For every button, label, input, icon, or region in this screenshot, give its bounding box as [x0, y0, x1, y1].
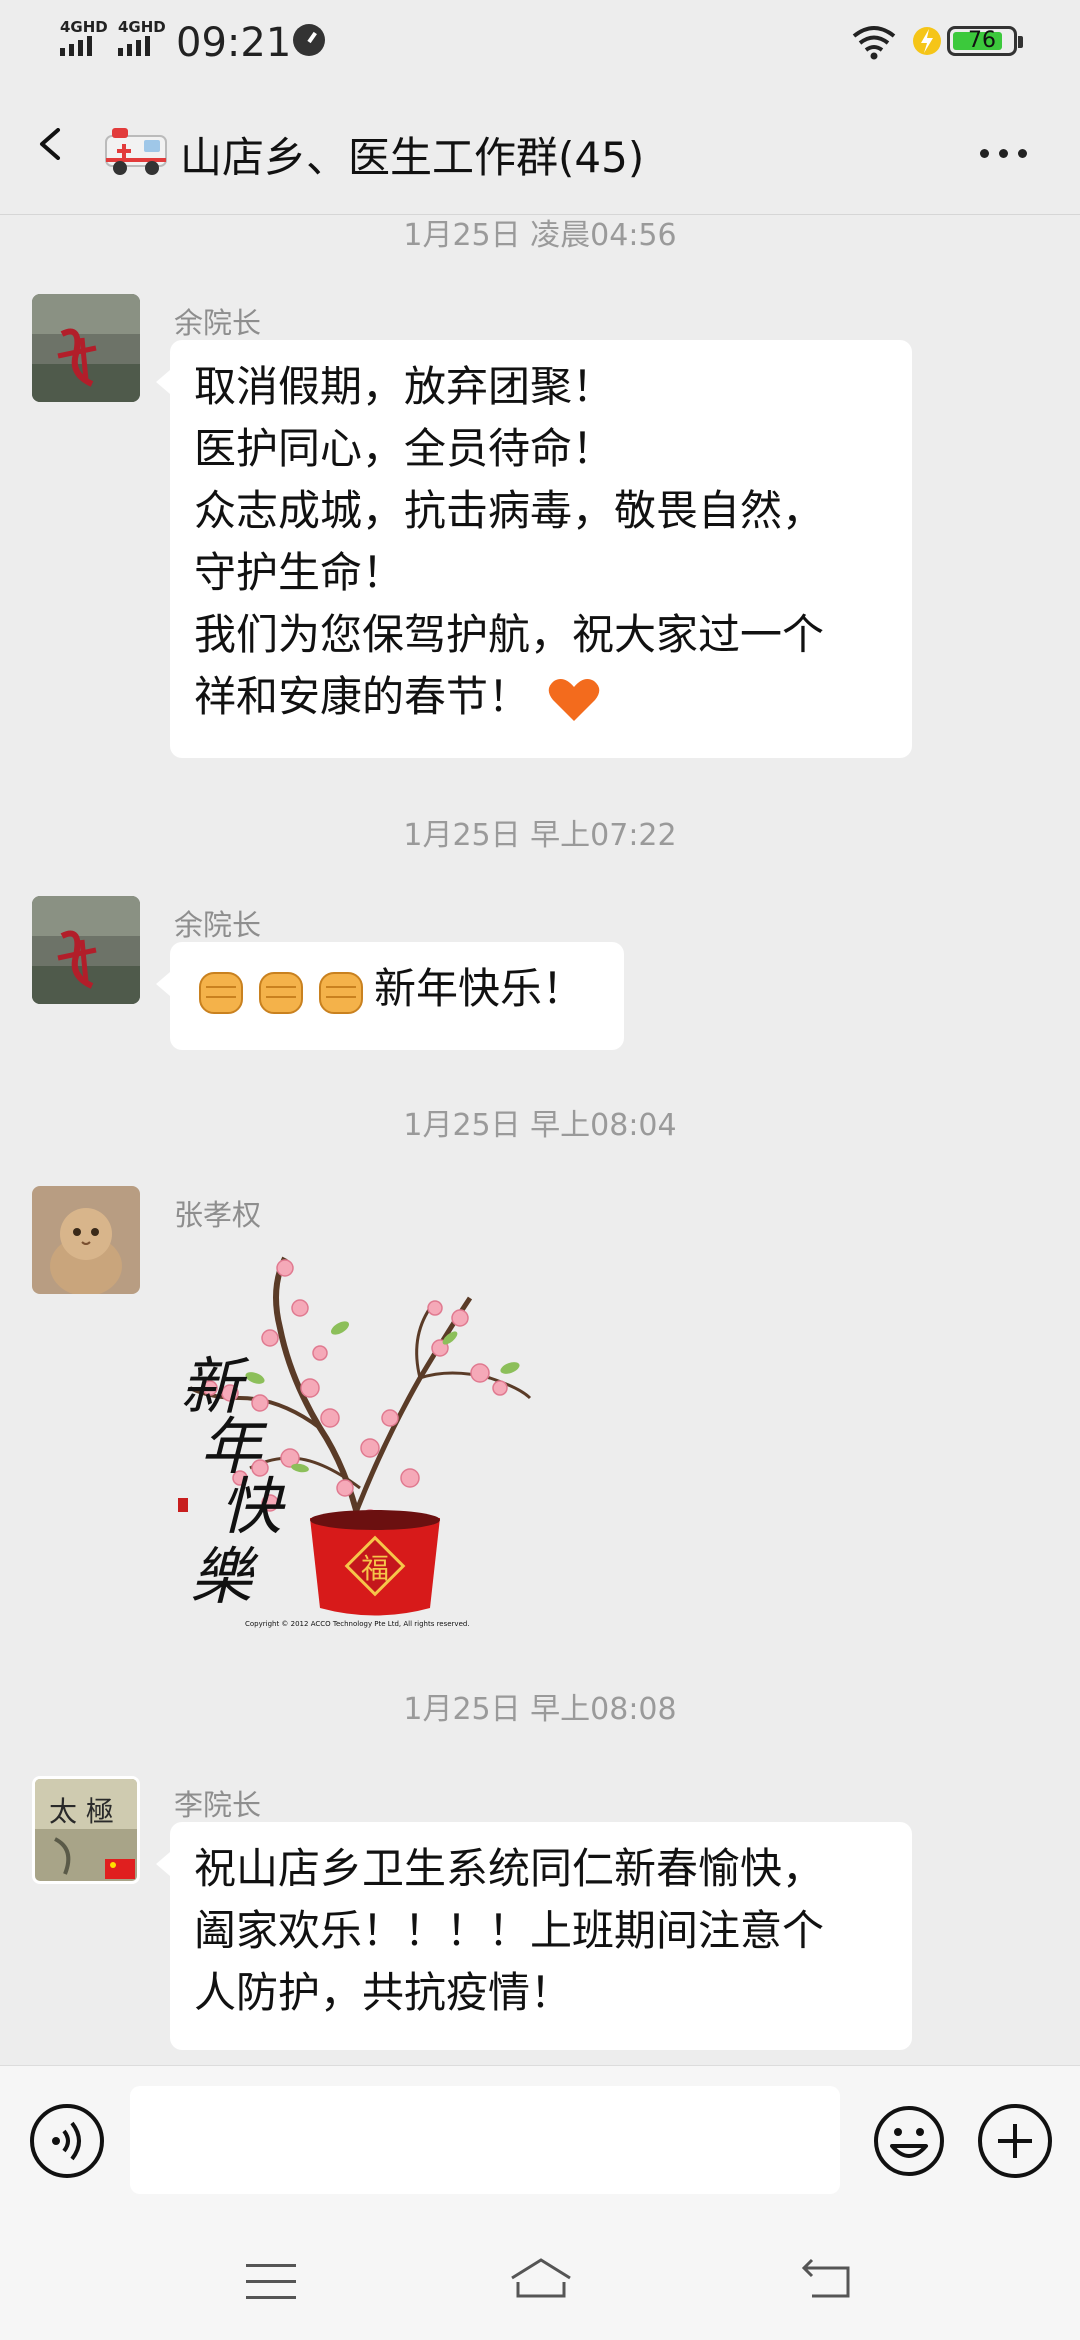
- network-type-label: 4GHD: [118, 18, 166, 36]
- voice-icon: [52, 2121, 81, 2161]
- notification-icon: [293, 24, 325, 56]
- clock-time: 09:21: [176, 20, 292, 66]
- battery-icon: 76: [947, 26, 1023, 56]
- message-bubble[interactable]: 新年快乐！: [156, 942, 624, 1050]
- avatar[interactable]: [32, 294, 140, 402]
- message-input-bar: [0, 2065, 1080, 2216]
- sender-name: 余院长: [174, 908, 262, 942]
- nav-back-icon[interactable]: [798, 2258, 854, 2302]
- heart-emoji-icon: [548, 678, 600, 721]
- new-year-sticker[interactable]: 福 新 年 快 樂 Copyright © 2012 ACCO Technolo…: [170, 1228, 550, 1638]
- message-timestamp: 1月25日 早上08:08: [403, 1692, 677, 1727]
- fist-emoji-icon: [319, 971, 363, 1014]
- message-text-line: 众志成城，抗击病毒，敬畏自然，: [194, 486, 825, 535]
- battery-level: 76: [968, 28, 996, 53]
- sender-name: 余院长: [174, 306, 262, 340]
- chat-header: 山店乡、医生工作群(45): [0, 84, 1080, 214]
- message-text-line: 祝山店乡卫生系统同仁新春愉快，: [194, 1844, 825, 1893]
- message-text-line: 守护生命！: [194, 548, 405, 597]
- voice-input-button[interactable]: [30, 2104, 104, 2178]
- emoji-button[interactable]: [872, 2104, 946, 2178]
- sticker-copyright: Copyright © 2012 ACCO Technology Pte Ltd…: [245, 1620, 470, 1628]
- message-text: 新年快乐！: [374, 964, 585, 1013]
- back-arrow-icon[interactable]: [34, 128, 66, 160]
- message-timestamp: 1月25日 早上08:04: [403, 1108, 677, 1143]
- message-text-line: 医护同心，全员待命！: [194, 424, 615, 473]
- menu-icon[interactable]: [246, 2264, 296, 2312]
- svg-text:太 極: 太 極: [49, 1795, 114, 1828]
- more-options-icon[interactable]: [980, 149, 1027, 158]
- sender-name: 李院长: [174, 1788, 262, 1822]
- message-timestamp: 1月25日 凌晨04:56: [403, 218, 677, 253]
- message-text-line: 阖家欢乐！！！！上班期间注意个: [194, 1906, 825, 1955]
- fist-emoji-icon: [199, 971, 243, 1014]
- fist-emoji-icon: [259, 971, 303, 1014]
- message-text-line: 取消假期，放弃团聚！: [194, 362, 615, 411]
- message-bubble[interactable]: 取消假期，放弃团聚！ 医护同心，全员待命！ 众志成城，抗击病毒，敬畏自然， 守护…: [156, 340, 912, 758]
- charging-icon: [913, 27, 941, 55]
- status-bar: 4GHD 4GHD 09:21 76: [0, 0, 1080, 84]
- message-text-line: 人防护，共抗疫情！: [194, 1968, 573, 2017]
- network-type-label: 4GHD: [60, 18, 108, 36]
- message-bubble[interactable]: 祝山店乡卫生系统同仁新春愉快， 阖家欢乐！！！！上班期间注意个 人防护，共抗疫情…: [156, 1822, 912, 2050]
- message-timestamp: 1月25日 早上07:22: [403, 818, 677, 853]
- avatar[interactable]: [32, 1186, 140, 1294]
- home-icon[interactable]: [508, 2256, 574, 2300]
- more-functions-button[interactable]: [978, 2104, 1052, 2178]
- message-input[interactable]: [130, 2086, 840, 2194]
- calligraphy-char: 快: [220, 1470, 286, 1543]
- pot-character: 福: [361, 1552, 389, 1585]
- avatar[interactable]: 太 極: [32, 1776, 140, 1884]
- wifi-icon: [852, 26, 896, 60]
- system-nav-bar: [0, 2216, 1080, 2340]
- calligraphy-char: 樂: [190, 1540, 259, 1613]
- ambulance-icon: [105, 128, 167, 175]
- message-text-line: 祥和安康的春节！: [194, 672, 531, 721]
- chat-title: 山店乡、医生工作群(45): [180, 133, 645, 182]
- message-text-line: 我们为您保驾护航，祝大家过一个: [194, 610, 825, 659]
- avatar[interactable]: [32, 896, 140, 1004]
